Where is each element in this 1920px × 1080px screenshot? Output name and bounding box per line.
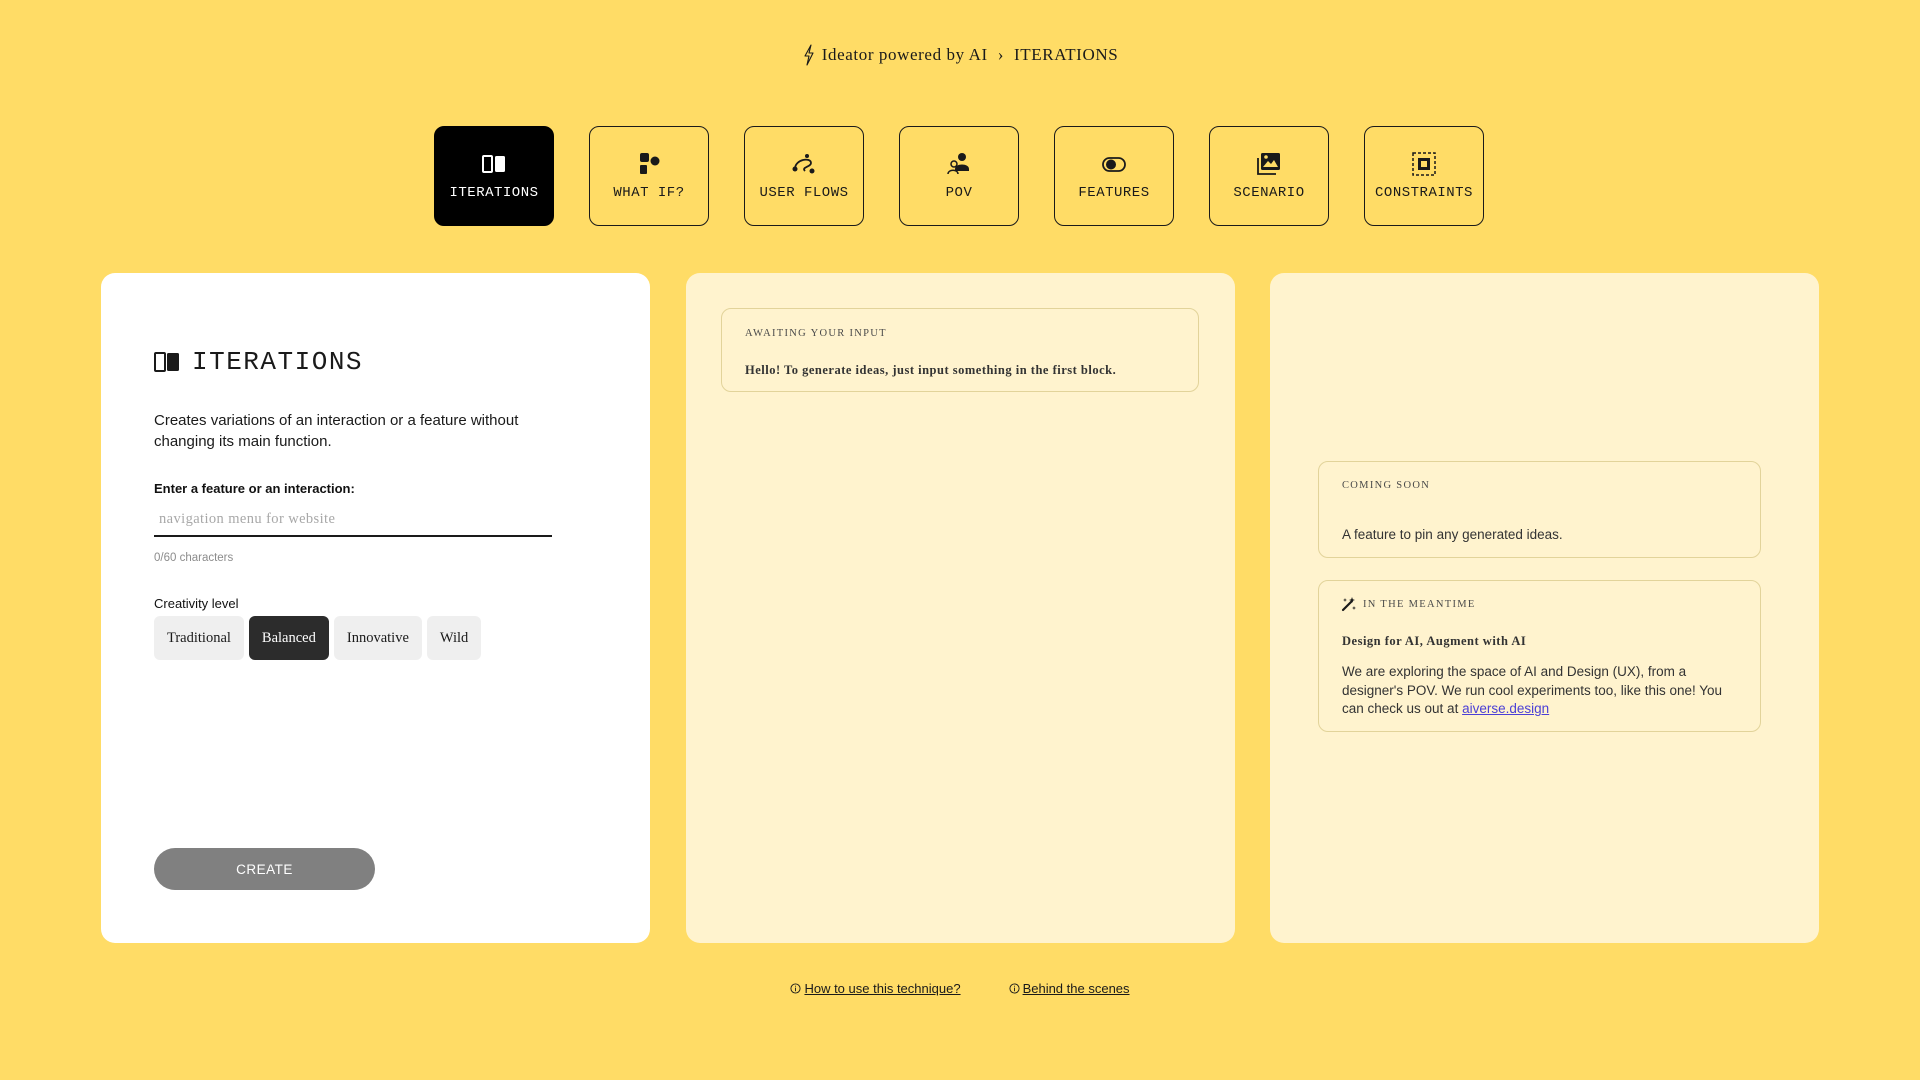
awaiting-message: Hello! To generate ideas, just input som…	[745, 363, 1117, 377]
meantime-body: We are exploring the space of AI and Des…	[1342, 663, 1747, 719]
meantime-title: Design for AI, Augment with AI	[1342, 634, 1527, 648]
tab-iterations[interactable]: ITERATIONS	[434, 126, 554, 226]
meantime-header: IN THE MEANTIME	[1341, 596, 1476, 612]
creativity-level-label: Creativity level	[154, 596, 239, 611]
panel-title-row: ITERATIONS	[154, 347, 363, 377]
tab-pov[interactable]: POV	[899, 126, 1019, 226]
magic-wand-icon	[1341, 597, 1356, 612]
app-title: Ideator powered by AI	[821, 45, 988, 64]
how-to-use-link[interactable]: How to use this technique?	[790, 981, 961, 996]
coming-soon-text: A feature to pin any generated ideas.	[1342, 527, 1563, 542]
feature-input[interactable]	[154, 503, 552, 537]
tab-label: WHAT IF?	[613, 185, 685, 201]
frame-icon	[1412, 152, 1436, 176]
output-panel: AWAITING YOUR INPUT Hello! To generate i…	[686, 273, 1235, 943]
behind-the-scenes-link[interactable]: Behind the scenes	[1009, 981, 1130, 996]
tab-label: SCENARIO	[1233, 185, 1305, 201]
level-traditional[interactable]: Traditional	[154, 616, 244, 660]
aiverse-link[interactable]: aiverse.design	[1462, 701, 1549, 716]
lightning-icon	[804, 44, 814, 66]
level-balanced[interactable]: Balanced	[248, 616, 329, 660]
panel-title: ITERATIONS	[192, 347, 364, 377]
tab-label: POV	[945, 185, 973, 201]
meantime-kicker: IN THE MEANTIME	[1363, 598, 1476, 610]
tab-what-if[interactable]: WHAT IF?	[589, 126, 709, 226]
tab-scenario[interactable]: SCENARIO	[1209, 126, 1329, 226]
footer-links: How to use this technique? Behind the sc…	[0, 981, 1920, 996]
creativity-level-selector: Traditional Balanced Innovative Wild	[154, 616, 482, 660]
awaiting-input-card: AWAITING YOUR INPUT Hello! To generate i…	[721, 308, 1199, 392]
feature-field-label: Enter a feature or an interaction:	[154, 481, 355, 496]
how-to-use-label: How to use this technique?	[804, 981, 961, 996]
awaiting-kicker: AWAITING YOUR INPUT	[745, 328, 887, 339]
info-panel: COMING SOON A feature to pin any generat…	[1270, 273, 1819, 943]
info-circle-icon	[790, 983, 801, 994]
shapes-icon	[640, 153, 660, 174]
info-circle-icon	[1009, 983, 1020, 994]
level-wild[interactable]: Wild	[426, 616, 482, 660]
tab-label: FEATURES	[1078, 185, 1150, 201]
header-breadcrumb: Ideator powered by AI › ITERATIONS	[0, 44, 1920, 66]
coming-soon-kicker: COMING SOON	[1342, 480, 1431, 491]
toggle-icon	[1102, 157, 1126, 172]
technique-description: Creates variations of an interaction or …	[154, 412, 519, 450]
flow-icon	[792, 154, 815, 174]
coming-soon-card: COMING SOON A feature to pin any generat…	[1318, 461, 1761, 558]
tab-features[interactable]: FEATURES	[1054, 126, 1174, 226]
breadcrumb-separator: ›	[997, 45, 1005, 64]
meantime-card: IN THE MEANTIME Design for AI, Augment w…	[1318, 580, 1761, 732]
tab-label: USER FLOWS	[759, 185, 849, 201]
tab-label: ITERATIONS	[449, 185, 539, 201]
char-counter: 0/60 characters	[154, 552, 234, 564]
iterations-icon	[154, 352, 179, 372]
image-icon	[1257, 153, 1280, 175]
create-button[interactable]: CREATE	[154, 848, 375, 890]
input-panel: ITERATIONS Creates variations of an inte…	[101, 273, 650, 943]
breadcrumb-current: ITERATIONS	[1014, 45, 1119, 64]
tab-constraints[interactable]: CONSTRAINTS	[1364, 126, 1484, 226]
people-icon	[947, 153, 969, 175]
iterations-icon	[482, 155, 505, 173]
behind-the-scenes-label: Behind the scenes	[1022, 981, 1130, 996]
tab-label: CONSTRAINTS	[1375, 185, 1473, 201]
tab-user-flows[interactable]: USER FLOWS	[744, 126, 864, 226]
level-innovative[interactable]: Innovative	[333, 616, 422, 660]
technique-tabs: ITERATIONS WHAT IF? USER FLOWS POV FEATU…	[434, 126, 1484, 226]
